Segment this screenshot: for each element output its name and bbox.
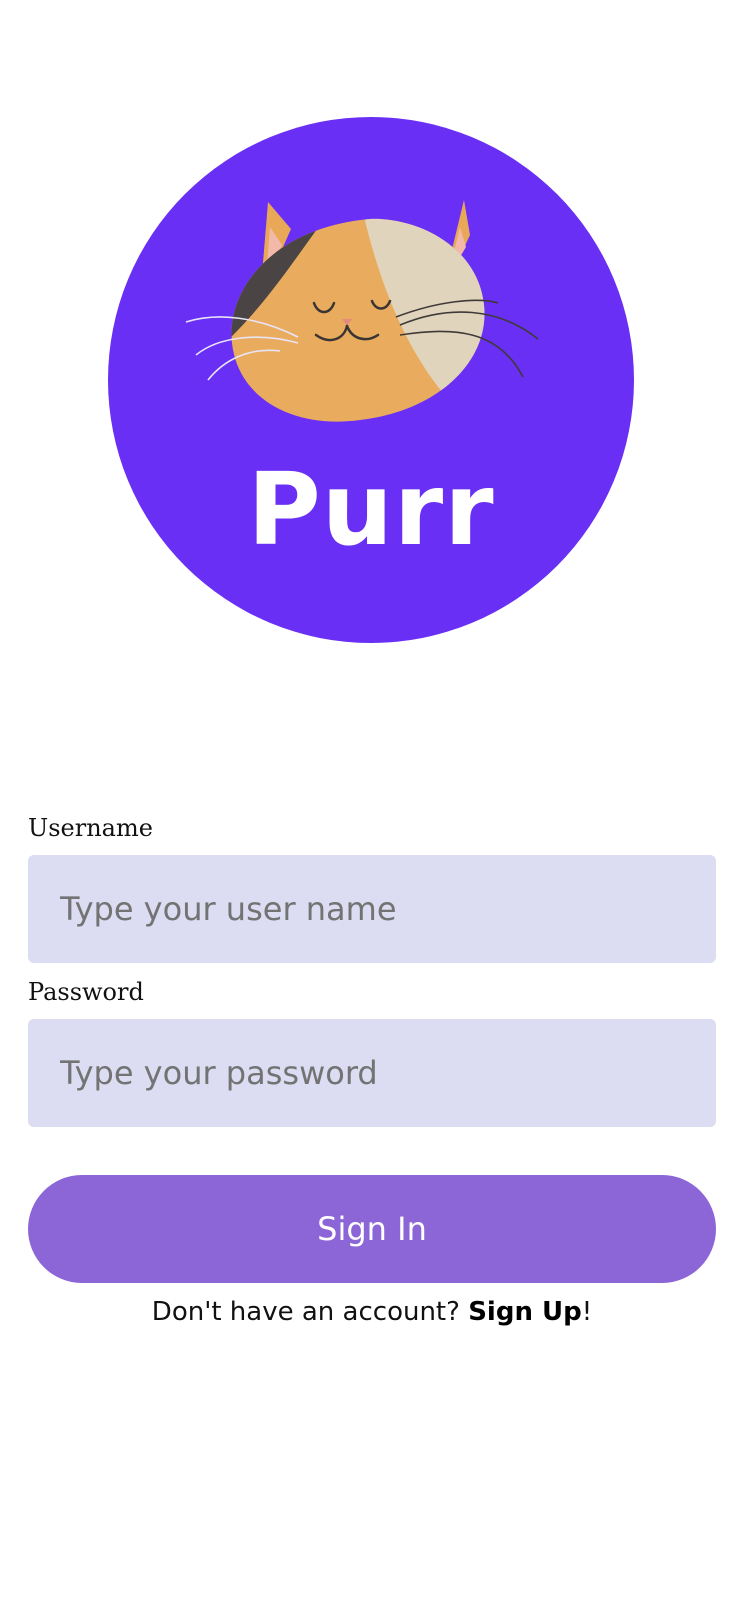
- sign-in-button[interactable]: Sign In: [28, 1175, 716, 1283]
- password-label: Password: [28, 978, 144, 1006]
- logo-wordmark: Purr: [247, 451, 495, 568]
- username-label: Username: [28, 814, 153, 842]
- signup-prompt-line: Don't have an account? Sign Up!: [0, 1297, 744, 1327]
- password-input[interactable]: [28, 1019, 716, 1127]
- username-input[interactable]: [28, 855, 716, 963]
- sign-up-link[interactable]: Sign Up: [468, 1297, 582, 1327]
- signup-prompt-text: Don't have an account?: [151, 1297, 469, 1327]
- signup-suffix: !: [581, 1297, 593, 1327]
